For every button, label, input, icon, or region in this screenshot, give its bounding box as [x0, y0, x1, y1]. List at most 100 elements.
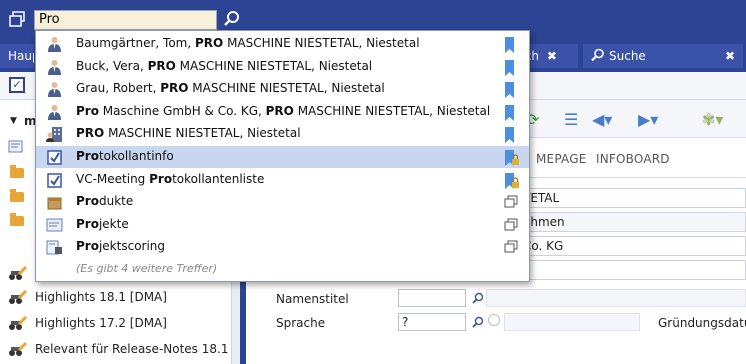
close-icon[interactable]: ✖ [725, 44, 735, 68]
tab-infoboard[interactable]: INFOBOARD [596, 152, 670, 166]
bookmark-icon[interactable] [503, 126, 521, 144]
suggestion-text: jektscoring [98, 239, 166, 254]
gruendungsdatum-label: Gründungsdatu [658, 316, 746, 330]
list-item[interactable]: Relevant für Release-Notes 18.1 [0, 338, 232, 362]
suggestion-item[interactable]: Protokollantinfo [36, 146, 529, 168]
sprache-display [504, 313, 640, 331]
product-box-icon [46, 194, 63, 211]
sprache-label: Sprache [276, 316, 326, 330]
suggestion-item[interactable]: Projekte [36, 214, 529, 236]
suggestion-text: tokollantenliste [172, 171, 265, 186]
list-item[interactable]: Highlights 18.1 [DMA] [0, 286, 232, 310]
match-highlight: Pro [149, 171, 173, 186]
sprache-input[interactable]: ? [398, 313, 466, 331]
checklist-icon [46, 172, 63, 189]
suggestion-item[interactable]: VC-Meeting Protokollantenliste [36, 169, 529, 191]
close-icon[interactable]: ✖ [547, 49, 557, 63]
person-icon [46, 81, 63, 98]
suggestion-item[interactable]: Projektscoring [36, 236, 529, 258]
person-icon [46, 59, 63, 76]
gear-icon[interactable]: ✾▾ [702, 110, 723, 129]
suggestion-label: Buck, Vera, PRO MASCHINE NIESTETAL, Nies… [76, 59, 372, 73]
suggestion-item[interactable]: Pro Maschine GmbH & Co. KG, PRO MASCHINE… [36, 101, 529, 123]
binoculars-pencil-icon [8, 289, 28, 306]
suggestion-item[interactable]: Grau, Robert, PRO MASCHINE NIESTETAL, Ni… [36, 78, 529, 100]
suggestion-label: Protokollantinfo [76, 149, 174, 163]
suggestion-label: Grau, Robert, PRO MASCHINE NIESTETAL, Ni… [76, 81, 385, 95]
suggestion-text: MASCHINE NIESTETAL, Niestetal [188, 81, 385, 96]
forward-arrow-icon[interactable]: ▶▾ [638, 110, 658, 129]
match-highlight: PRO [195, 36, 224, 50]
match-highlight: PRO [147, 58, 176, 73]
search-suggestions-dropdown: Baumgärtner, Tom, PRO MASCHINE NIESTETAL… [35, 30, 530, 282]
suggestion-text: MASCHINE NIESTETAL, Niestetal [223, 36, 420, 50]
empty-field[interactable] [516, 260, 746, 280]
suggestion-text: Baumgärtner, Tom, [76, 36, 195, 50]
match-highlight: Pro [76, 149, 99, 163]
tab-homepage[interactable]: MEPAGE [536, 152, 586, 166]
company-field[interactable]: TETAL [516, 188, 746, 208]
suggestion-text: Buck, Vera, [76, 58, 148, 73]
person-icon [46, 36, 63, 53]
document-icon [8, 140, 26, 156]
search-icon[interactable] [472, 316, 484, 328]
suggestion-text: VC-Meeting [76, 171, 150, 186]
project-icon [46, 217, 63, 234]
collapse-triangle-icon[interactable]: ▼ [10, 116, 17, 126]
locked-bookmark-icon[interactable] [503, 149, 521, 167]
suggestion-item[interactable]: Baumgärtner, Tom, PRO MASCHINE NIESTETAL… [36, 33, 529, 55]
bookmark-icon[interactable] [503, 81, 521, 99]
list-item[interactable]: Highlights 17.2 [DMA] [0, 312, 232, 336]
bookmark-icon[interactable] [503, 59, 521, 77]
radio-button[interactable] [488, 314, 500, 326]
match-highlight: Pro [76, 194, 99, 209]
folder-icon [8, 188, 26, 204]
folder-icon [8, 164, 26, 180]
suggestion-label: VC-Meeting Protokollantenliste [76, 172, 264, 186]
windows-icon[interactable] [503, 217, 521, 235]
windows-icon[interactable] [9, 11, 25, 27]
folder-icon [8, 212, 26, 228]
match-highlight: PRO [160, 81, 189, 96]
suggestion-text: MASCHINE NIESTETAL, Niestetal [104, 126, 301, 141]
namenstitel-display [486, 289, 746, 307]
search-icon[interactable] [472, 292, 484, 304]
suggestion-label: PRO MASCHINE NIESTETAL, Niestetal [76, 126, 301, 140]
suggestion-text: MASCHINE NIESTETAL, Niestetal [175, 58, 373, 73]
scoring-icon [46, 239, 63, 256]
list-item-label: Relevant für Release-Notes 18.1 [35, 342, 229, 356]
suggestion-text: Maschine GmbH & Co. KG, [98, 103, 266, 118]
windows-icon[interactable] [503, 239, 521, 257]
back-arrow-icon[interactable]: ◀▾ [592, 110, 612, 129]
search-input[interactable]: Pro [34, 10, 217, 30]
bookmark-icon[interactable] [503, 104, 521, 122]
windows-icon[interactable] [503, 194, 521, 212]
suggestion-text: tokollantinfo [98, 149, 174, 163]
type-field[interactable]: ehmen [516, 212, 746, 232]
match-highlight: PRO [76, 126, 105, 141]
locked-bookmark-icon[interactable] [503, 172, 521, 190]
suggestion-text: MASCHINE NIESTETAL, Niestetal [293, 103, 491, 118]
suggestion-text: dukte [98, 194, 134, 209]
more-results-hint: (Es gibt 4 weitere Treffer) [76, 262, 218, 275]
namenstitel-input[interactable] [398, 289, 466, 307]
bookmark-icon[interactable] [503, 36, 521, 54]
company-name-field[interactable]: Co. KG [516, 236, 746, 256]
company-icon [46, 126, 63, 143]
checkbox-icon[interactable]: ✓ [9, 77, 25, 93]
tab-hauptmenu[interactable]: Haup [0, 44, 34, 68]
list-icon[interactable]: ☰ [564, 110, 578, 129]
tab-suche[interactable]: Suche ✖ [583, 44, 743, 68]
search-icon[interactable] [223, 10, 241, 28]
binoculars-pencil-icon [8, 265, 28, 282]
suggestion-item[interactable]: Produkte [36, 191, 529, 213]
match-highlight: Pro [76, 216, 99, 231]
suggestion-label: Projekte [76, 217, 129, 231]
tab-label: Suche [609, 49, 646, 63]
suggestion-label: Projektscoring [76, 239, 165, 253]
suggestion-text: Grau, Robert, [76, 81, 161, 96]
suggestion-label: Produkte [76, 194, 133, 208]
suggestion-item[interactable]: PRO MASCHINE NIESTETAL, Niestetal [36, 123, 529, 145]
suggestion-item[interactable]: Buck, Vera, PRO MASCHINE NIESTETAL, Nies… [36, 56, 529, 78]
binoculars-pencil-icon [8, 341, 28, 358]
